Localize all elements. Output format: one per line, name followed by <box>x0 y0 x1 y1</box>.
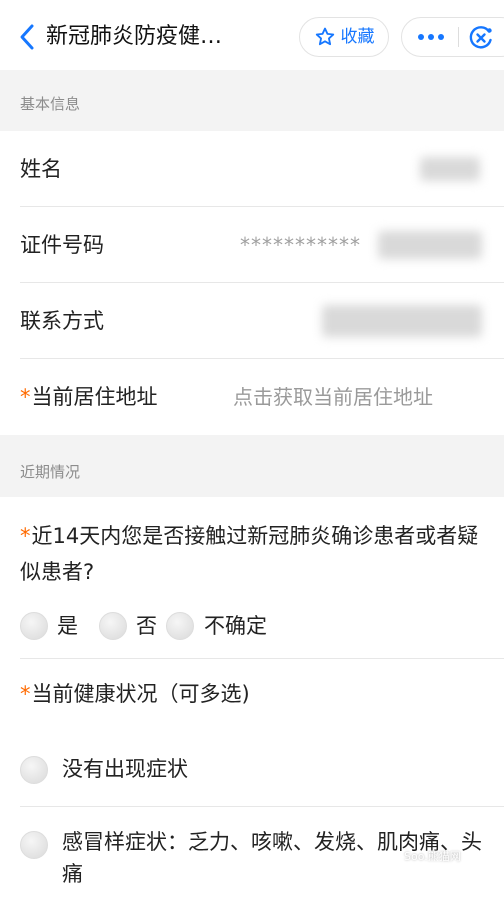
required-mark: * <box>20 385 31 409</box>
id-number-value: *********** <box>240 233 361 257</box>
field-label: 姓名 <box>20 157 62 181</box>
option-label-yes[interactable]: 是 <box>57 611 78 641</box>
form-row-id-number[interactable]: 证件号码 *********** <box>0 207 504 283</box>
favorite-button[interactable]: 收藏 <box>299 17 389 57</box>
more-dots-icon <box>418 34 444 40</box>
star-outline-icon <box>315 27 334 46</box>
redacted-value <box>322 305 482 337</box>
required-mark: * <box>20 682 31 706</box>
back-button[interactable] <box>12 20 42 54</box>
page-title: 新冠肺炎防疫健… <box>46 24 223 49</box>
question-contact-history: *近14天内您是否接触过新冠肺炎确诊患者或者疑似患者? <box>20 518 490 590</box>
form-row-name[interactable]: 姓名 <box>0 131 504 207</box>
chevron-left-icon <box>20 24 34 50</box>
close-button[interactable] <box>466 23 496 53</box>
top-nav-bar: 新冠肺炎防疫健… 收藏 <box>0 0 504 70</box>
watermark: Soo.熊猫网 <box>404 850 461 863</box>
checkbox-cold-symptoms[interactable] <box>20 831 48 859</box>
close-circle-icon <box>469 26 492 49</box>
section-header-basic-info: 基本信息 <box>0 70 504 131</box>
section-title: 近期情况 <box>20 463 81 481</box>
option-label-unsure[interactable]: 不确定 <box>204 611 267 641</box>
divider <box>20 806 504 807</box>
capsule-divider <box>458 27 459 47</box>
checkbox-no-symptoms[interactable] <box>20 756 48 784</box>
more-button[interactable] <box>414 22 448 52</box>
radio-unsure[interactable] <box>166 612 194 640</box>
section-title: 基本信息 <box>20 95 81 113</box>
mini-program-capsule <box>401 17 504 57</box>
field-label: *当前居住地址 <box>20 359 158 435</box>
field-label: 联系方式 <box>20 309 104 333</box>
field-label: 证件号码 <box>20 233 104 257</box>
address-placeholder[interactable]: 点击获取当前居住地址 <box>233 359 433 435</box>
radio-yes[interactable] <box>20 612 48 640</box>
favorite-label: 收藏 <box>340 27 375 47</box>
option-label-no-symptoms[interactable]: 没有出现症状 <box>62 754 188 784</box>
field-label-text: 当前居住地址 <box>31 385 158 409</box>
option-label-no[interactable]: 否 <box>136 611 157 641</box>
redacted-value <box>420 157 480 181</box>
form-row-address[interactable]: *当前居住地址 点击获取当前居住地址 <box>0 359 504 435</box>
section-header-recent: 近期情况 <box>0 435 504 497</box>
required-mark: * <box>20 524 31 548</box>
question-health-status: *当前健康状况（可多选) <box>20 676 490 712</box>
question-text: 近14天内您是否接触过新冠肺炎确诊患者或者疑似患者? <box>20 524 479 584</box>
question-text: 当前健康状况（可多选) <box>31 682 250 706</box>
divider <box>20 658 504 659</box>
radio-no[interactable] <box>99 612 127 640</box>
form-row-contact[interactable]: 联系方式 <box>0 283 504 359</box>
redacted-value <box>378 231 482 259</box>
